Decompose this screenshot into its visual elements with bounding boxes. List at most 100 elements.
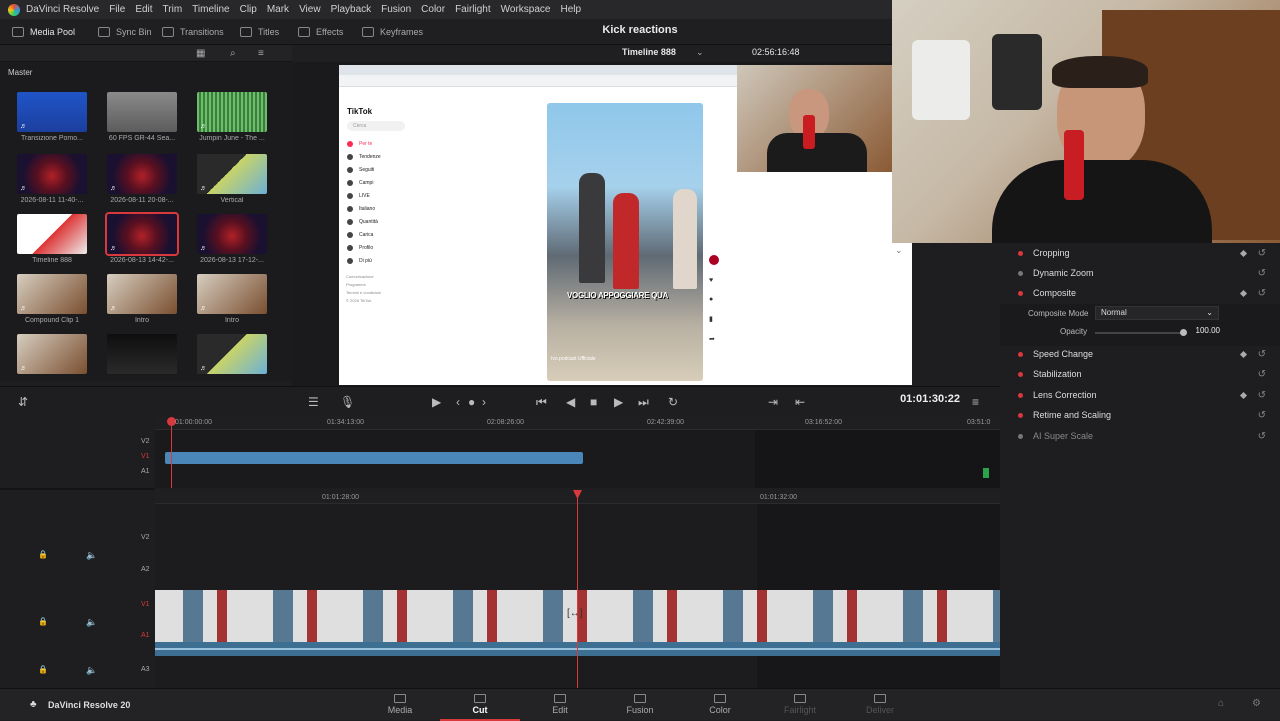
inspector-item[interactable]: Lens Correction ↺ xyxy=(1000,385,1280,405)
menu-color[interactable]: Color xyxy=(421,4,445,15)
opacity-slider-handle[interactable] xyxy=(1180,329,1187,336)
reset-icon[interactable]: ↺ xyxy=(1258,349,1266,360)
speaker-icon[interactable]: 🔈 xyxy=(86,617,97,628)
upper-timeline-clip[interactable] xyxy=(165,452,583,464)
play-icon[interactable]: ▶ xyxy=(614,395,623,409)
menu-fairlight[interactable]: Fairlight xyxy=(455,4,491,15)
menu-edit[interactable]: Edit xyxy=(135,4,152,15)
reset-icon[interactable]: ↺ xyxy=(1258,410,1266,421)
menu-playback[interactable]: Playback xyxy=(331,4,372,15)
enable-toggle-icon[interactable] xyxy=(1018,250,1023,256)
opacity-value[interactable]: 100.00 xyxy=(1190,326,1220,335)
upper-playhead[interactable] xyxy=(171,418,172,488)
upper-timeline[interactable]: 01:00:00:00 01:34:13:00 02:08:26:00 02:42:3… xyxy=(155,416,1000,488)
reset-icon[interactable]: ↺ xyxy=(1258,431,1266,442)
inspector-item[interactable]: Dynamic Zoom ↺ xyxy=(1000,263,1280,283)
page-tab-fairlight[interactable]: Fairlight xyxy=(760,689,840,721)
transitions-button[interactable]: Transitions xyxy=(162,19,224,45)
keyframe-icon[interactable] xyxy=(1239,391,1248,399)
enable-toggle-icon[interactable] xyxy=(1018,351,1023,357)
menu-timeline[interactable]: Timeline xyxy=(192,4,229,15)
viewer-timecode[interactable]: 02:56:16:48 xyxy=(752,47,800,57)
media-clip[interactable] xyxy=(98,334,186,377)
reset-icon[interactable]: ↺ xyxy=(1258,390,1266,401)
keyframe-icon[interactable] xyxy=(1239,289,1248,297)
grid-view-icon[interactable]: ▦ xyxy=(196,48,205,59)
media-clip[interactable]: ♬ Transizione Pomo... xyxy=(8,92,96,142)
media-clip[interactable]: ♬ Intro xyxy=(188,274,276,324)
enable-toggle-icon[interactable] xyxy=(1018,270,1023,276)
loop-icon[interactable]: ↻ xyxy=(668,395,678,409)
reset-icon[interactable]: ↺ xyxy=(1258,288,1266,299)
inspector-item[interactable]: Composite ↺ xyxy=(1000,283,1280,303)
enable-toggle-icon[interactable] xyxy=(1018,290,1023,296)
search-icon[interactable]: ⌕ xyxy=(230,48,236,59)
media-clip[interactable]: ♬ 2026-08-13 14-42-... xyxy=(98,212,186,264)
media-clip[interactable]: ♬ Jumpin June - The ... xyxy=(188,92,276,142)
timeline-options-icon[interactable]: ☰ xyxy=(308,395,319,409)
prev-marker-icon[interactable]: ‹ xyxy=(456,395,460,409)
lower-timeline[interactable]: [↔] 01:01:28:00 01:01:32:00 xyxy=(155,490,1000,688)
go-to-end-icon[interactable]: ⏭ xyxy=(638,395,649,410)
reset-icon[interactable]: ↺ xyxy=(1258,268,1266,279)
menu-app[interactable]: DaVinci Resolve xyxy=(26,4,99,15)
menu-view[interactable]: View xyxy=(299,4,321,15)
media-clip[interactable]: 60 FPS GR-44 Sea... xyxy=(98,92,186,142)
reset-icon[interactable]: ↺ xyxy=(1258,248,1266,259)
media-pool-button[interactable]: Media Pool xyxy=(12,19,75,45)
enable-toggle-icon[interactable] xyxy=(1018,412,1023,418)
keyframes-button[interactable]: Keyframes xyxy=(362,19,423,45)
menu-trim[interactable]: Trim xyxy=(163,4,183,15)
media-clip[interactable]: ♬ Intro xyxy=(98,274,186,324)
sort-icon[interactable]: ≡ xyxy=(258,48,264,59)
titles-button[interactable]: Titles xyxy=(240,19,279,45)
sync-bin-button[interactable]: Sync Bin xyxy=(98,19,152,45)
menu-mark[interactable]: Mark xyxy=(267,4,289,15)
lock-icon[interactable]: 🔒 xyxy=(38,665,48,674)
chevron-down-icon[interactable]: ⌄ xyxy=(696,47,704,58)
media-clip[interactable]: ♬ xyxy=(8,334,96,377)
speaker-icon[interactable]: 🔈 xyxy=(86,550,97,561)
reset-icon[interactable]: ↺ xyxy=(1258,369,1266,380)
prev-edit-icon[interactable]: ⇤ xyxy=(795,395,805,409)
menu-help[interactable]: Help xyxy=(560,4,581,15)
transport-timecode[interactable]: 01:01:30:22 xyxy=(870,393,960,405)
menu-clip[interactable]: Clip xyxy=(240,4,257,15)
page-tab-deliver[interactable]: Deliver xyxy=(840,689,920,721)
composite-mode-dropdown[interactable]: Normal ⌄ xyxy=(1095,306,1219,320)
timeline-tools-icon[interactable]: ⇵ xyxy=(18,395,28,409)
page-tab-color[interactable]: Color xyxy=(680,689,760,721)
marker-icon[interactable]: ● xyxy=(468,395,475,409)
bin-master[interactable]: Master xyxy=(0,62,292,84)
speaker-icon[interactable]: 🔈 xyxy=(86,665,97,676)
opacity-slider[interactable] xyxy=(1095,332,1183,334)
next-marker-icon[interactable]: › xyxy=(482,395,486,409)
keyframe-icon[interactable] xyxy=(1239,249,1248,257)
stop-icon[interactable]: ■ xyxy=(590,395,597,409)
playhead-icon[interactable]: ▶ xyxy=(432,395,441,409)
lock-icon[interactable]: 🔒 xyxy=(38,550,48,559)
page-tab-media[interactable]: Media xyxy=(360,689,440,721)
inspector-item[interactable]: Retime and Scaling ↺ xyxy=(1000,405,1280,425)
media-clip[interactable]: ♬ Timeline 888 xyxy=(8,214,96,264)
media-clip[interactable]: ♬ 2026-08-13 17-12-... xyxy=(188,214,276,264)
media-clip[interactable]: ♬ Vertical xyxy=(188,154,276,204)
menu-icon[interactable]: ≡ xyxy=(972,395,979,409)
media-clip[interactable]: ♬ 2026-08-11 11-40-... xyxy=(8,154,96,204)
inspector-item[interactable]: Cropping ↺ xyxy=(1000,243,1280,263)
settings-icon[interactable]: ⚙ xyxy=(1252,698,1261,709)
audio-icon[interactable]: 🎙 xyxy=(340,395,355,409)
media-clip[interactable]: ♬ 2026-08-11 20-08-... xyxy=(98,154,186,204)
inspector-item[interactable]: Speed Change ↺ xyxy=(1000,344,1280,364)
go-to-start-icon[interactable]: ⏮ xyxy=(536,395,547,410)
keyframe-icon[interactable] xyxy=(1239,350,1248,358)
viewer-timeline-name[interactable]: Timeline 888 xyxy=(622,47,676,57)
enable-toggle-icon[interactable] xyxy=(1018,433,1023,439)
media-clip[interactable]: ♬ xyxy=(188,334,276,377)
page-tab-fusion[interactable]: Fusion xyxy=(600,689,680,721)
play-reverse-icon[interactable]: ◀ xyxy=(566,395,575,409)
upper-ruler[interactable] xyxy=(155,416,1000,430)
home-icon[interactable]: ⌂ xyxy=(1218,698,1224,709)
enable-toggle-icon[interactable] xyxy=(1018,371,1023,377)
effects-button[interactable]: Effects xyxy=(298,19,343,45)
